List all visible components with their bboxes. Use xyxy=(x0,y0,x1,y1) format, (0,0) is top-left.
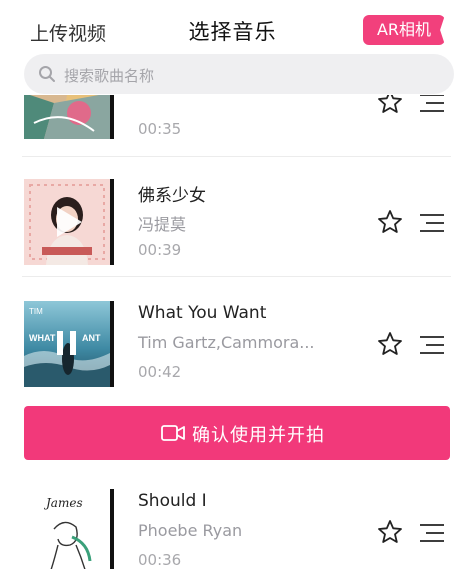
star-icon[interactable] xyxy=(377,95,403,115)
song-artist: Tim Gartz,Cammora... xyxy=(138,333,315,352)
video-camera-icon xyxy=(161,425,185,441)
cover-script-text: James xyxy=(43,496,83,510)
confirm-label: 确认使用并开拍 xyxy=(192,425,325,446)
song-title: Should I xyxy=(138,491,207,511)
search-icon xyxy=(39,66,55,82)
row-divider xyxy=(22,276,451,277)
song-list[interactable]: 00:35 佛系少女 冯提莫 00:39 TIM WHAT ANT What Y… xyxy=(0,95,465,569)
star-icon[interactable] xyxy=(377,209,403,235)
song-artist: Phoebe Ryan xyxy=(138,521,243,540)
header: 上传视频 选择音乐 AR相机 xyxy=(0,0,465,56)
search-placeholder: 搜索歌曲名称 xyxy=(64,67,155,85)
list-menu-icon[interactable] xyxy=(420,212,444,234)
star-icon[interactable] xyxy=(377,519,403,545)
play-icon[interactable] xyxy=(24,179,110,265)
ar-camera-button[interactable]: AR相机 xyxy=(363,15,445,45)
search-input[interactable]: 搜索歌曲名称 xyxy=(24,54,454,94)
list-item[interactable]: 佛系少女 冯提莫 00:39 xyxy=(0,157,465,277)
star-icon[interactable] xyxy=(377,331,403,357)
cover-bar xyxy=(110,95,114,139)
album-cover: TIM WHAT ANT xyxy=(24,301,110,387)
album-cover xyxy=(24,95,110,139)
list-item[interactable]: 00:35 xyxy=(0,95,465,157)
song-duration: 00:35 xyxy=(138,120,182,138)
list-menu-icon[interactable] xyxy=(420,334,444,356)
song-duration: 00:42 xyxy=(138,363,182,381)
cover-bar xyxy=(110,301,114,387)
list-menu-icon[interactable] xyxy=(420,522,444,544)
cover-bar xyxy=(110,179,114,265)
song-duration: 00:36 xyxy=(138,551,182,569)
cover-bar xyxy=(110,489,114,569)
song-title: What You Want xyxy=(138,303,267,323)
list-menu-icon[interactable] xyxy=(420,95,444,114)
album-cover: James xyxy=(24,489,110,569)
list-item[interactable]: James Should I Phoebe Ryan 00:36 xyxy=(0,467,465,569)
list-item[interactable]: TIM WHAT ANT What You Want Tim Gartz,Cam… xyxy=(0,279,465,399)
song-title: 佛系少女 xyxy=(138,186,206,206)
confirm-use-button[interactable]: 确认使用并开拍 xyxy=(24,406,450,460)
album-cover xyxy=(24,179,110,265)
song-artist: 冯提莫 xyxy=(138,215,187,234)
pause-icon[interactable] xyxy=(24,301,110,387)
song-duration: 00:39 xyxy=(138,241,182,259)
